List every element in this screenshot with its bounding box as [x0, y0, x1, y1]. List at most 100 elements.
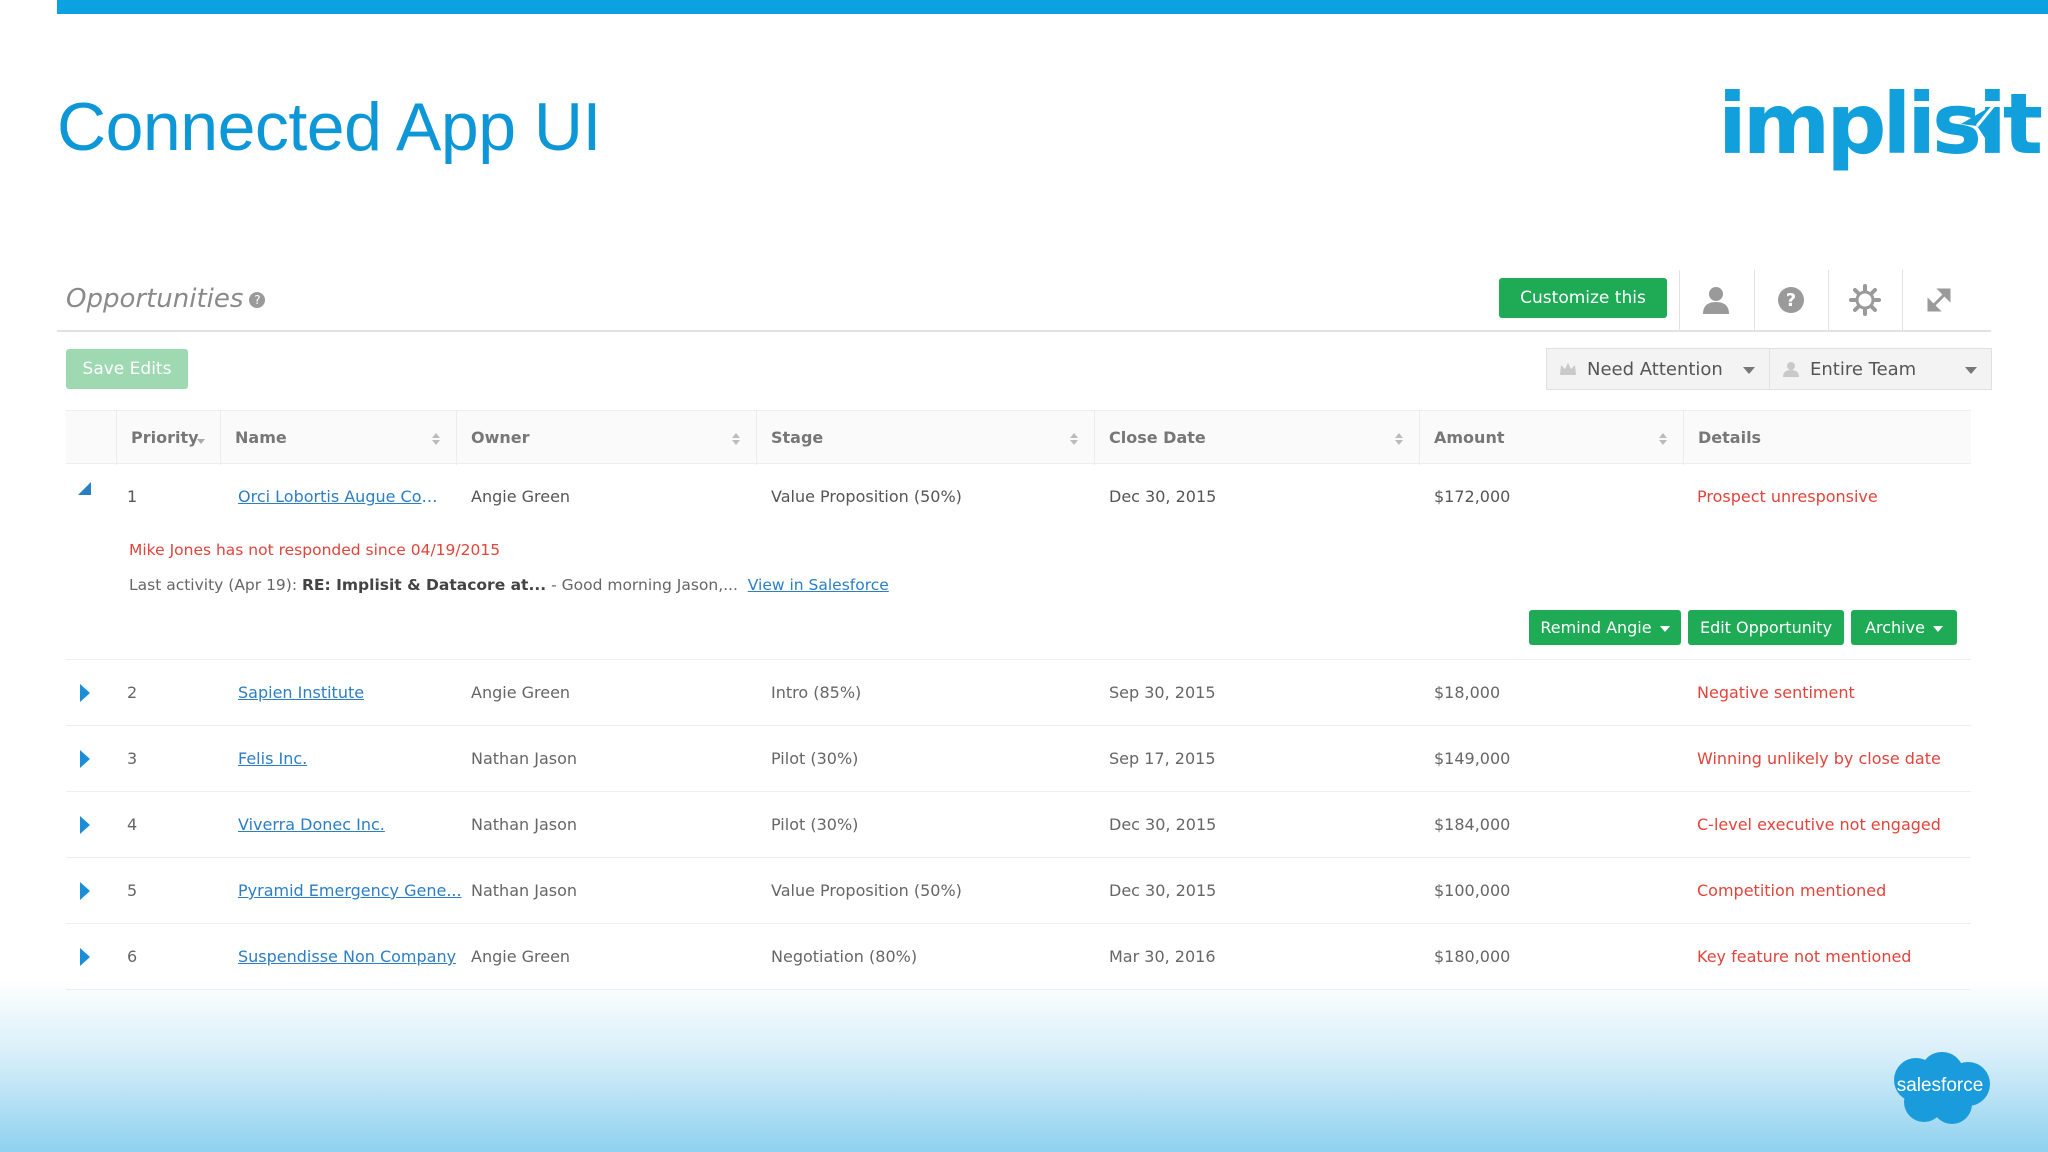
need-attention-label: Need Attention [1587, 358, 1723, 380]
column-close-date-label: Close Date [1109, 428, 1206, 447]
expand-arrow-icon[interactable] [80, 948, 90, 966]
row-details: C-level executive not engaged [1697, 815, 1941, 834]
row-amount: $149,000 [1434, 749, 1511, 768]
activity-snippet: - Good morning Jason,... [551, 576, 738, 594]
row-close-date: Sep 17, 2015 [1109, 749, 1216, 768]
opportunity-link[interactable]: Viverra Donec Inc. [238, 792, 385, 858]
save-edits-button[interactable]: Save Edits [66, 349, 188, 389]
opportunity-link[interactable]: Sapien Institute [238, 660, 364, 726]
column-stage[interactable]: Stage [756, 411, 1094, 465]
gear-icon [1848, 284, 1881, 316]
activity-subject: RE: Implisit & Datacore at... [302, 576, 547, 594]
expand-arrow-icon[interactable] [80, 684, 90, 702]
row-owner: Nathan Jason [471, 881, 578, 900]
opportunity-link[interactable]: Pyramid Emergency Gene... [238, 858, 462, 924]
row-priority: 3 [127, 749, 138, 768]
row-stage: Value Proposition (50%) [771, 881, 962, 900]
archive-label: Archive [1865, 618, 1925, 637]
column-priority[interactable]: Priority [116, 411, 211, 465]
row-priority: 1 [127, 487, 138, 506]
expand-arrow-icon[interactable] [80, 882, 90, 900]
sort-icon [1070, 433, 1078, 445]
sort-icon [732, 433, 740, 445]
expand-arrow-icon[interactable] [80, 750, 90, 768]
opportunity-link[interactable]: Suspendisse Non Company [238, 924, 456, 990]
collapse-arrow-icon[interactable] [78, 482, 91, 495]
opportunities-panel: Opportunities? Customize this Page ? Sav… [57, 270, 1992, 990]
row-owner: Angie Green [471, 683, 571, 702]
table-row[interactable]: 5 Pyramid Emergency Gene... Nathan Jason… [66, 858, 1971, 924]
entire-team-dropdown[interactable]: Entire Team [1769, 348, 1992, 390]
expand-icon [1927, 288, 1950, 312]
chevron-down-icon [1743, 367, 1755, 374]
edit-opportunity-button[interactable]: Edit Opportunity [1688, 610, 1844, 645]
opportunity-link[interactable]: Orci Lobortis Augue Corpo... [238, 464, 443, 530]
column-details: Details [1683, 411, 1971, 465]
view-in-salesforce-link[interactable]: View in Salesforce [748, 576, 889, 594]
bottom-gradient [0, 980, 2048, 1152]
need-attention-dropdown[interactable]: Need Attention [1546, 348, 1770, 390]
column-close-date[interactable]: Close Date [1094, 411, 1419, 465]
table-row[interactable]: 2 Sapien Institute Angie Green Intro (85… [66, 660, 1971, 726]
chevron-down-icon [1932, 625, 1943, 632]
table-row[interactable]: 3 Felis Inc. Nathan Jason Pilot (30%) Se… [66, 726, 1971, 792]
column-priority-label: Priority [131, 428, 199, 447]
row-stage: Pilot (30%) [771, 815, 859, 834]
row-amount: $180,000 [1434, 947, 1511, 966]
entire-team-label: Entire Team [1810, 358, 1917, 380]
help-icon-button[interactable]: ? [1754, 270, 1826, 330]
expand-icon-button[interactable] [1902, 270, 1974, 330]
chevron-down-icon [1659, 625, 1670, 632]
column-details-label: Details [1698, 428, 1762, 447]
panel-title-text: Opportunities [66, 284, 244, 314]
expand-arrow-icon[interactable] [80, 816, 90, 834]
user-icon-button[interactable] [1679, 270, 1751, 330]
row-close-date: Mar 30, 2016 [1109, 947, 1216, 966]
table-header: Priority Name Owner Stage Close Date Amo… [66, 410, 1971, 465]
table-row[interactable]: 4 Viverra Donec Inc. Nathan Jason Pilot … [66, 792, 1971, 858]
table-row[interactable]: 6 Suspendisse Non Company Angie Green Ne… [66, 924, 1971, 990]
person-icon [1783, 362, 1799, 377]
row-owner: Angie Green [471, 947, 571, 966]
svg-text:?: ? [1785, 290, 1795, 311]
last-activity: Last activity (Apr 19): RE: Implisit & D… [129, 576, 889, 594]
user-icon [1702, 287, 1729, 314]
customize-page-button[interactable]: Customize this Page [1499, 278, 1667, 348]
sort-icon [1659, 433, 1667, 445]
row-close-date: Dec 30, 2015 [1109, 487, 1217, 506]
column-amount-label: Amount [1434, 428, 1505, 447]
question-icon[interactable]: ? [249, 291, 266, 308]
crown-icon [1560, 363, 1576, 375]
table-row-expanded: 1 Orci Lobortis Augue Corpo... Angie Gre… [66, 464, 1971, 660]
column-name-label: Name [235, 428, 287, 447]
opportunity-link[interactable]: Felis Inc. [238, 726, 307, 792]
row-priority: 6 [127, 947, 138, 966]
column-stage-label: Stage [771, 428, 824, 447]
row-priority: 4 [127, 815, 138, 834]
row-stage: Value Proposition (50%) [771, 487, 962, 506]
archive-button[interactable]: Archive [1851, 610, 1957, 645]
remind-angie-button[interactable]: Remind Angie [1529, 610, 1681, 645]
row-details: Prospect unresponsive [1697, 487, 1878, 506]
row-stage: Intro (85%) [771, 683, 862, 702]
column-name[interactable]: Name [220, 411, 456, 465]
row-amount: $184,000 [1434, 815, 1511, 834]
top-accent-bar [57, 0, 2048, 14]
column-owner[interactable]: Owner [456, 411, 756, 465]
rocket-icon [1961, 103, 1997, 138]
settings-icon-button[interactable] [1828, 270, 1900, 330]
row-details: Key feature not mentioned [1697, 947, 1912, 966]
row-owner: Angie Green [471, 487, 571, 506]
row-details: Winning unlikely by close date [1697, 749, 1941, 768]
sort-icon [1395, 433, 1403, 445]
row-amount: $172,000 [1434, 487, 1511, 506]
salesforce-logo-text: salesforce [1896, 1075, 1984, 1096]
sort-desc-icon [197, 439, 205, 444]
row-owner: Nathan Jason [471, 749, 578, 768]
activity-prefix: Last activity (Apr 19): [129, 576, 298, 594]
header-divider [57, 330, 1991, 332]
row-amount: $100,000 [1434, 881, 1511, 900]
row-stage: Pilot (30%) [771, 749, 859, 768]
column-amount[interactable]: Amount [1419, 411, 1683, 465]
help-icon: ? [1777, 287, 1804, 313]
